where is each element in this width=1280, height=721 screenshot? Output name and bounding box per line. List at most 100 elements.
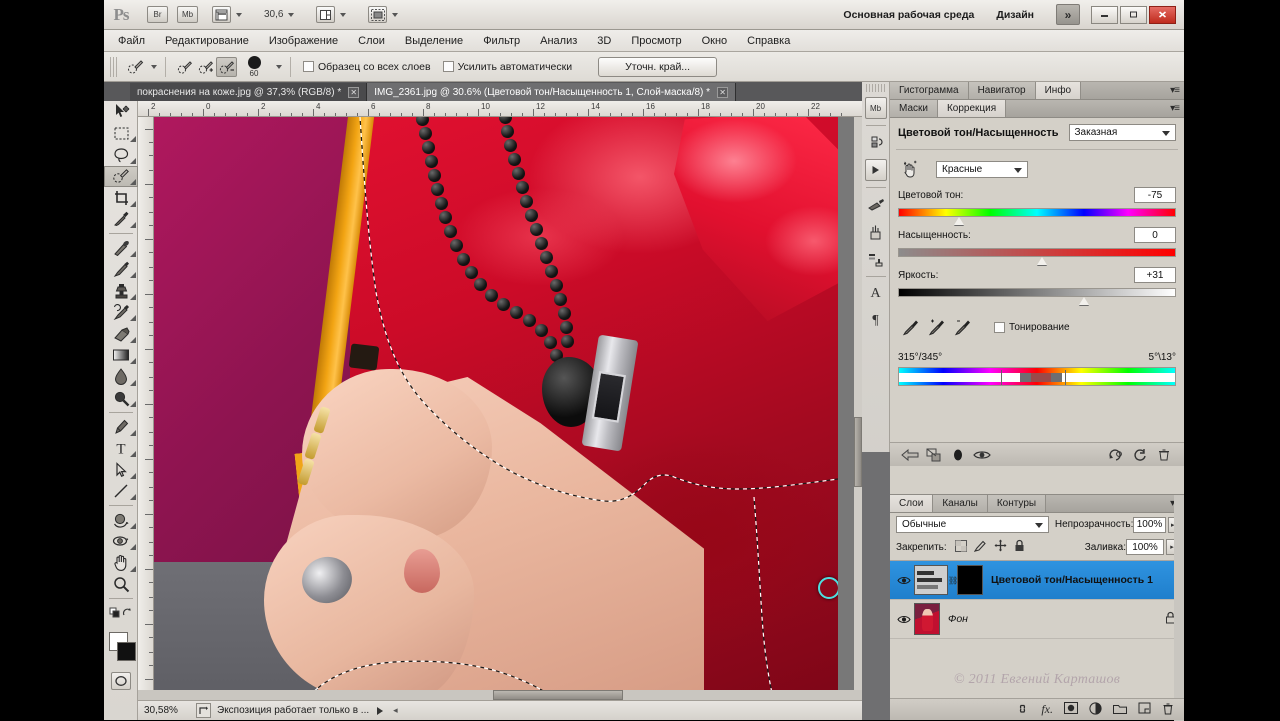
arrange-documents-icon[interactable] [316,6,336,23]
fill-value[interactable]: 100% [1126,539,1164,555]
canvas-viewport[interactable] [154,117,854,702]
new-layer-icon[interactable] [1138,702,1151,717]
mini-bridge-button[interactable]: Mb [177,6,198,23]
screen-mode-caret-icon[interactable] [392,12,399,17]
preview-eye-icon[interactable] [970,445,994,465]
menu-filter[interactable]: Фильтр [473,33,530,49]
document-tab-2-close-icon[interactable]: ✕ [717,86,729,98]
screen-mode-icon[interactable] [368,6,388,23]
tab-info[interactable]: Инфо [1035,82,1082,99]
subtract-from-selection-button[interactable] [216,56,237,77]
menu-select[interactable]: Выделение [395,33,473,49]
return-to-list-icon[interactable] [898,445,922,465]
paragraph-icon[interactable]: ¶ [865,310,887,332]
background-color-swatch[interactable] [117,641,136,661]
canvas-vertical-scrollbar[interactable] [854,117,862,702]
brushes-icon[interactable] [865,221,887,243]
canvas-horizontal-scroll-thumb[interactable] [493,690,623,700]
3d-orbit-tool[interactable] [104,531,138,553]
saturation-value[interactable]: 0 [1134,227,1176,243]
app-zoom-caret-icon[interactable] [288,12,295,17]
3d-rotate-tool[interactable] [104,509,138,531]
menu-file[interactable]: Файл [108,33,155,49]
eraser-tool[interactable] [104,323,138,345]
auto-enhance-checkbox[interactable]: Усилить автоматически [442,61,572,73]
menu-image[interactable]: Изображение [259,33,348,49]
default-colors-icon[interactable] [104,602,138,624]
move-tool[interactable] [104,101,138,123]
document-tab-1-close-icon[interactable]: ✕ [348,86,360,98]
brush-picker-caret-icon[interactable] [276,64,282,69]
workspace-design-label[interactable]: Дизайн [996,9,1034,21]
range-fall-end-marker[interactable] [1064,370,1066,385]
type-tool[interactable]: T [104,438,138,460]
blend-mode-select[interactable]: Обычные [896,516,1049,533]
bridge-button[interactable]: Br [147,6,168,23]
sample-all-layers-box-icon[interactable] [303,61,314,72]
clip-to-layer-icon[interactable] [922,445,946,465]
saturation-slider[interactable] [898,248,1176,257]
layer-adjustment-thumbnail[interactable] [914,565,948,595]
tab-layers[interactable]: Слои [890,495,934,512]
clone-source-icon[interactable] [865,248,887,270]
refine-edge-button[interactable]: Уточн. край... [598,56,718,77]
pen-tool[interactable] [104,416,138,438]
eyedropper-add-icon[interactable] [924,316,950,338]
crop-tool[interactable] [104,187,138,209]
dodge-tool[interactable] [104,388,138,410]
eyedropper-sample-icon[interactable] [898,316,924,338]
range-slider-left-handle[interactable] [1020,373,1032,382]
brush-size-preview[interactable]: 60 [237,55,271,78]
character-icon[interactable]: A [865,283,887,305]
eyedropper-subtract-icon[interactable] [950,316,976,338]
layer-visibility-toggle-2[interactable] [894,614,914,625]
group-icon[interactable] [1113,703,1127,717]
link-layers-icon[interactable] [1015,703,1030,717]
line-tool[interactable] [104,481,138,503]
range-slider-right-handle[interactable] [1050,373,1062,382]
delete-icon[interactable] [1152,445,1176,465]
adjustment-preset-select[interactable]: Заказная [1068,124,1176,141]
layer-name-1[interactable]: Цветовой тон/Насыщенность 1 [991,574,1153,586]
layer-photo-thumbnail[interactable] [914,603,940,635]
hue-slider-thumb[interactable] [954,217,965,225]
arrange-documents-caret-icon[interactable] [340,12,347,17]
current-tool-icon[interactable] [124,57,146,77]
range-core-block[interactable] [1031,373,1051,382]
lock-transparent-icon[interactable] [954,539,967,555]
layer-mask-thumbnail[interactable] [957,565,983,595]
document-tab-1[interactable]: покраснения на коже.jpg @ 37,3% (RGB/8) … [130,83,368,101]
canvas-horizontal-scrollbar[interactable] [138,690,862,700]
channel-caret-icon[interactable] [1014,167,1022,173]
adjustment-icon[interactable] [1089,701,1102,718]
lightness-slider-thumb[interactable] [1079,297,1090,305]
range-fall-start-marker[interactable] [1001,370,1003,385]
quick-selection-tool[interactable] [104,165,138,187]
blur-tool[interactable] [104,366,138,388]
tab-navigator[interactable]: Навигатор [968,82,1036,99]
menu-window[interactable]: Окно [692,33,738,49]
adjustments-panel-menu-icon[interactable]: ▾≡ [1170,103,1180,114]
workspace-essentials-label[interactable]: Основная рабочая среда [843,9,974,21]
color-swatches[interactable] [104,630,138,666]
info-panel-menu-icon[interactable]: ▾≡ [1170,85,1180,96]
horizontal-ruler[interactable]: 2 0 2 4 6 8 10 12 14 16 18 20 22 [138,101,862,117]
image-canvas[interactable] [154,117,838,702]
lock-all-icon[interactable] [1014,539,1025,555]
menu-analysis[interactable]: Анализ [530,33,587,49]
eyedropper-tool[interactable] [104,209,138,231]
history-brush-tool[interactable] [104,302,138,324]
view-extras-caret-icon[interactable] [236,12,242,17]
lightness-slider[interactable] [898,288,1176,297]
colorize-box-icon[interactable] [994,321,1005,333]
workspace-more-chevron-icon[interactable]: » [1056,4,1080,25]
options-bar-grip[interactable] [110,56,118,77]
vertical-ruler[interactable] [138,117,154,702]
hue-value[interactable]: -75 [1134,187,1176,203]
tab-adjustments[interactable]: Коррекция [937,100,1007,117]
hue-slider[interactable] [898,208,1176,217]
canvas-vertical-scroll-thumb[interactable] [854,417,862,487]
tool-presets-icon[interactable] [865,194,887,216]
lasso-tool[interactable] [104,144,138,166]
delete-layer-icon[interactable] [1162,702,1174,718]
